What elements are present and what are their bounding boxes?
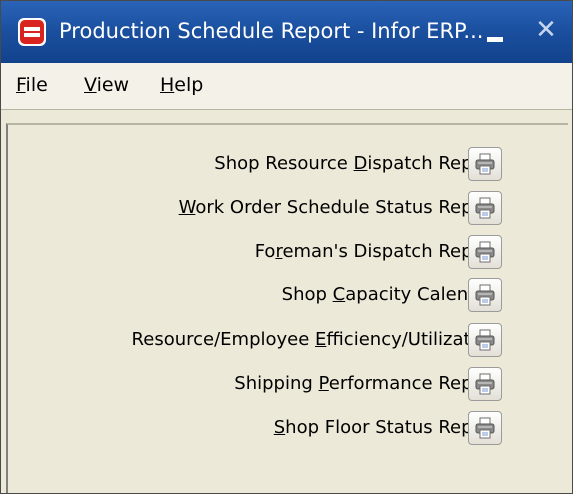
report-label-pre: Shipping — [234, 373, 319, 394]
printer-icon — [475, 241, 495, 263]
report-label-accel: P — [318, 373, 329, 394]
printer-icon — [475, 197, 495, 219]
report-link-foremans-dispatch[interactable]: Foreman's Dispatch Report — [255, 237, 498, 267]
menu-bar: File View Help — [1, 63, 572, 110]
print-button-shop-resource-dispatch[interactable] — [468, 147, 502, 181]
report-label-accel: S — [273, 417, 286, 438]
report-link-resource-employee-efficiency[interactable]: Resource/Employee Efficiency/Utilization — [132, 325, 498, 355]
printer-icon — [475, 329, 495, 351]
menu-help-label: elp — [174, 74, 204, 96]
report-list-panel: Shop Resource Dispatch Report Work Order… — [6, 123, 568, 493]
title-bar[interactable]: Production Schedule Report - Infor ERP..… — [1, 1, 572, 64]
report-label-pre: Shop Resource — [214, 153, 354, 174]
report-link-shop-floor-status[interactable]: Shop Floor Status Report — [274, 413, 498, 443]
print-button-foremans-dispatch[interactable] — [468, 235, 502, 269]
report-link-shipping-performance[interactable]: Shipping Performance Report — [234, 369, 498, 399]
menu-help[interactable]: Help — [160, 72, 203, 98]
report-window: Production Schedule Report - Infor ERP..… — [0, 0, 573, 494]
print-button-shipping-performance[interactable] — [468, 367, 502, 401]
report-label-pre: Fo — [254, 241, 276, 262]
report-label-post: hop Floor Status Report — [285, 417, 498, 438]
menu-view-accel: V — [84, 74, 97, 96]
menu-file-label: ile — [25, 74, 48, 96]
menu-view-label: iew — [96, 74, 130, 96]
report-label-accel: E — [315, 329, 327, 350]
print-button-shop-capacity-calendar[interactable] — [468, 278, 502, 312]
report-label-accel: C — [332, 284, 346, 305]
report-label-pre: Resource/Employee — [131, 329, 316, 350]
print-button-shop-floor-status[interactable] — [468, 411, 502, 445]
report-link-work-order-schedule-status[interactable]: Work Order Schedule Status Report — [179, 193, 498, 223]
printer-icon — [475, 153, 495, 175]
printer-icon — [475, 417, 495, 439]
menu-file[interactable]: File — [16, 72, 48, 98]
report-link-shop-capacity-calendar[interactable]: Shop Capacity Calendar — [282, 280, 498, 310]
print-button-resource-employee-efficiency[interactable] — [468, 323, 502, 357]
close-button[interactable]: ✕ — [531, 15, 561, 45]
menu-file-accel: F — [16, 74, 26, 96]
minimize-button[interactable] — [487, 37, 503, 42]
menu-help-accel: H — [160, 74, 175, 96]
report-label-pre: Shop — [281, 284, 333, 305]
print-button-work-order-schedule-status[interactable] — [468, 191, 502, 225]
report-link-shop-resource-dispatch[interactable]: Shop Resource Dispatch Report — [214, 149, 498, 179]
report-label-post: ork Order Schedule Status Report — [195, 197, 498, 218]
infor-erp-app-icon — [18, 18, 46, 46]
report-label-post: eman's Dispatch Report — [282, 241, 498, 262]
menu-view[interactable]: View — [84, 72, 129, 98]
report-label-accel: W — [178, 197, 196, 218]
report-label-accel: D — [353, 153, 368, 174]
window-title: Production Schedule Report - Infor ERP..… — [59, 19, 484, 43]
printer-icon — [475, 284, 495, 306]
printer-icon — [475, 373, 495, 395]
